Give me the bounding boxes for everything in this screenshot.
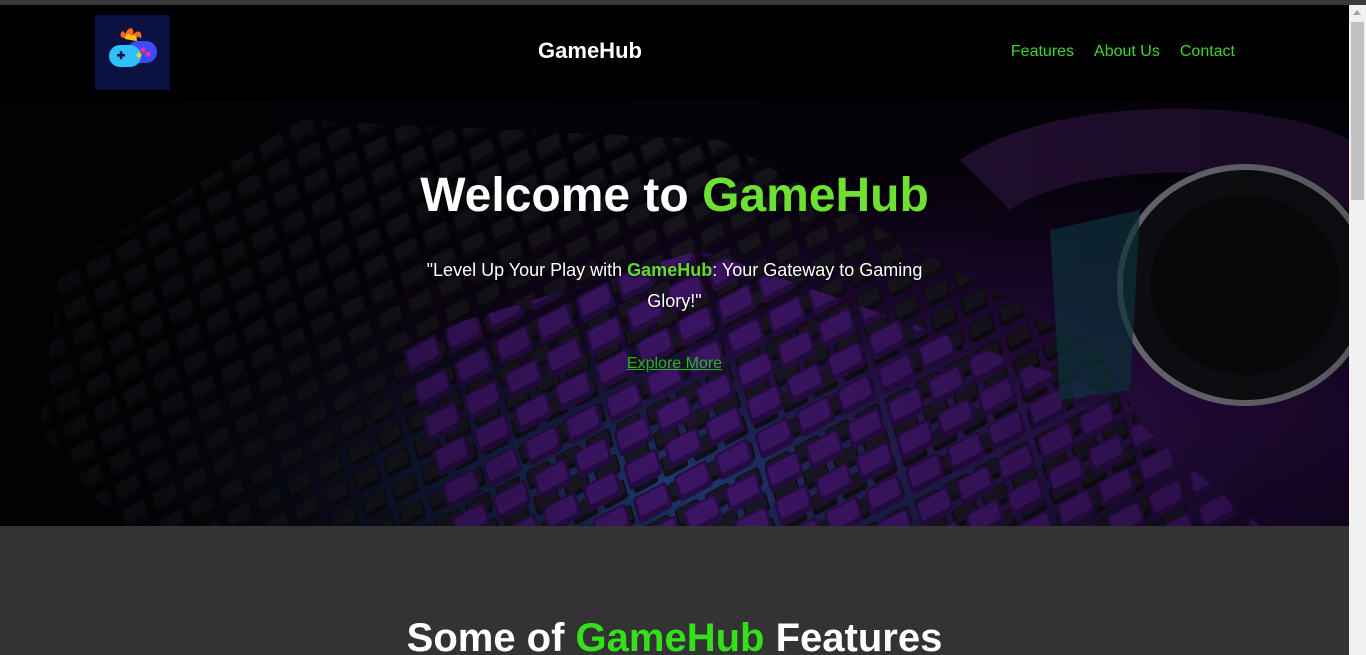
features-title: Some of GameHub Features: [0, 616, 1349, 655]
hero-title: Welcome to GameHub: [0, 168, 1349, 223]
hero-tagline-prefix: "Level Up Your Play with: [426, 260, 628, 280]
hero-section: Welcome to GameHub "Level Up Your Play w…: [0, 100, 1349, 526]
gamepad-flame-icon: [109, 28, 157, 67]
gamehub-logo[interactable]: [95, 15, 170, 90]
vertical-scrollbar[interactable]: [1349, 5, 1366, 655]
features-title-prefix: Some of: [406, 616, 576, 655]
features-title-suffix: Features: [764, 616, 943, 655]
features-section: Some of GameHub Features: [0, 526, 1349, 655]
nav-link-about-us[interactable]: About Us: [1094, 43, 1160, 61]
hero-title-accent: GameHub: [702, 169, 929, 222]
page-viewport[interactable]: GameHub Features About Us Contact Welcom…: [0, 5, 1349, 655]
hero-title-prefix: Welcome to: [420, 169, 703, 222]
main-nav: Features About Us Contact: [1011, 43, 1235, 61]
hero-tagline-accent: GameHub: [627, 260, 713, 280]
explore-more-link[interactable]: Explore More: [627, 355, 722, 372]
features-title-accent: GameHub: [575, 616, 765, 655]
hero-cta-wrapper: Explore More: [0, 355, 1349, 373]
nav-link-features[interactable]: Features: [1011, 43, 1074, 61]
hero-tagline: "Level Up Your Play with GameHub: Your G…: [400, 255, 949, 317]
site-header: GameHub Features About Us Contact: [0, 5, 1349, 100]
nav-link-contact[interactable]: Contact: [1180, 43, 1235, 61]
site-title: GameHub: [538, 38, 642, 63]
scroll-up-arrow-icon[interactable]: [1353, 10, 1361, 15]
scrollbar-thumb[interactable]: [1351, 22, 1364, 200]
